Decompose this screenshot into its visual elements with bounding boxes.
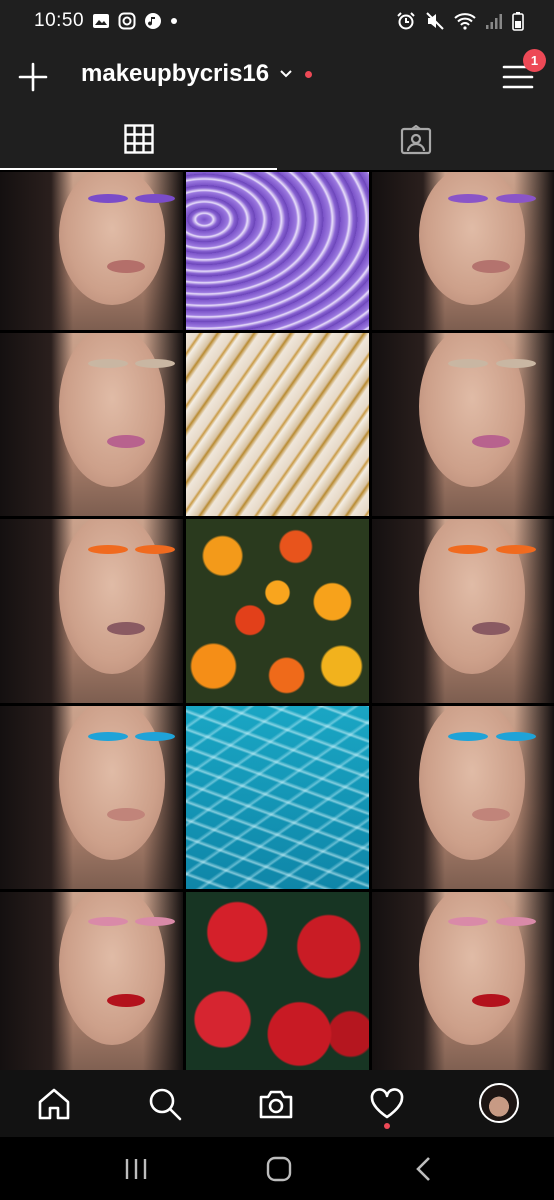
post-grid — [0, 172, 554, 1070]
profile-tabs — [0, 110, 554, 170]
nav-search[interactable] — [145, 1084, 185, 1124]
post-thumbnail[interactable] — [186, 333, 369, 516]
system-navigation — [0, 1137, 554, 1200]
new-post-button[interactable] — [16, 60, 50, 94]
post-thumbnail[interactable] — [372, 706, 554, 889]
nav-home[interactable] — [34, 1084, 74, 1124]
grid-icon — [123, 124, 154, 154]
heart-icon — [370, 1088, 404, 1119]
post-thumbnail[interactable] — [372, 519, 554, 703]
chevron-down-icon — [280, 70, 292, 78]
status-bar: 10:50 — [0, 0, 554, 44]
instagram-icon — [118, 12, 136, 30]
bottom-navigation — [0, 1070, 554, 1137]
menu-notification-badge: 1 — [523, 49, 546, 72]
post-thumbnail[interactable] — [0, 172, 183, 330]
profile-header: makeupbycris16 1 — [0, 44, 554, 110]
post-thumbnail[interactable] — [372, 333, 554, 516]
post-thumbnail[interactable] — [186, 172, 369, 330]
nav-profile-avatar[interactable] — [479, 1083, 519, 1123]
post-thumbnail[interactable] — [0, 706, 183, 889]
nav-camera[interactable] — [256, 1084, 296, 1124]
nav-activity[interactable] — [367, 1084, 407, 1124]
post-thumbnail[interactable] — [186, 706, 369, 889]
back-icon[interactable] — [409, 1154, 439, 1184]
post-thumbnail[interactable] — [0, 519, 183, 703]
recents-icon[interactable] — [121, 1154, 151, 1184]
notification-icons — [92, 12, 178, 30]
home-icon — [38, 1088, 70, 1120]
tagged-icon — [400, 125, 431, 155]
post-thumbnail[interactable] — [0, 892, 183, 1070]
post-thumbnail[interactable] — [186, 892, 369, 1070]
post-thumbnail[interactable] — [186, 519, 369, 703]
gallery-icon — [93, 14, 109, 28]
activity-notification-dot — [384, 1123, 390, 1129]
battery-icon — [512, 12, 524, 31]
dot-icon — [171, 18, 177, 24]
music-icon — [145, 13, 161, 29]
camera-icon — [259, 1090, 293, 1119]
tab-posts-grid[interactable] — [0, 110, 277, 170]
home-button-icon[interactable] — [264, 1154, 294, 1184]
signal-icon — [486, 14, 502, 29]
system-status-icons — [396, 11, 524, 31]
status-time: 10:50 — [34, 10, 85, 31]
account-switcher[interactable]: makeupbycris16 — [81, 60, 313, 88]
search-icon — [149, 1088, 182, 1121]
post-thumbnail[interactable] — [372, 892, 554, 1070]
new-activity-dot — [305, 70, 313, 78]
mute-icon — [426, 12, 444, 30]
tab-tagged[interactable] — [277, 110, 554, 170]
post-thumbnail[interactable] — [0, 333, 183, 516]
alarm-icon — [397, 12, 415, 30]
wifi-icon — [454, 13, 476, 30]
profile-username: makeupbycris16 — [81, 60, 270, 87]
post-thumbnail[interactable] — [372, 172, 554, 330]
